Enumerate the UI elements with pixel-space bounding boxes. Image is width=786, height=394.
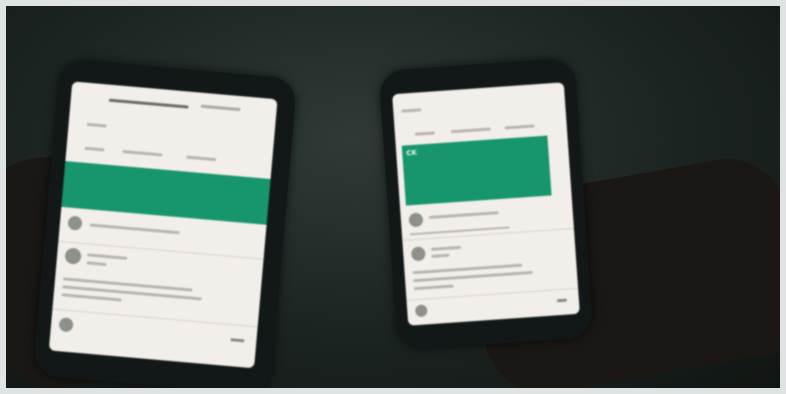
right-banner-text: CK: [405, 148, 418, 158]
right-avatar-2: [410, 246, 426, 262]
right-avatar-1: [408, 212, 424, 228]
left-avatar-3: [58, 317, 74, 333]
right-phone-screen: CK: [392, 82, 580, 326]
left-banner: [61, 161, 271, 225]
photo-scene: CK: [6, 6, 780, 388]
left-avatar-2: [64, 247, 82, 265]
left-avatar-1: [67, 215, 83, 231]
left-phone-screen: [48, 81, 278, 369]
right-banner: CK: [401, 135, 552, 206]
right-avatar-3: [414, 304, 428, 318]
right-phone: CK: [378, 57, 594, 351]
left-phone: [32, 58, 298, 388]
